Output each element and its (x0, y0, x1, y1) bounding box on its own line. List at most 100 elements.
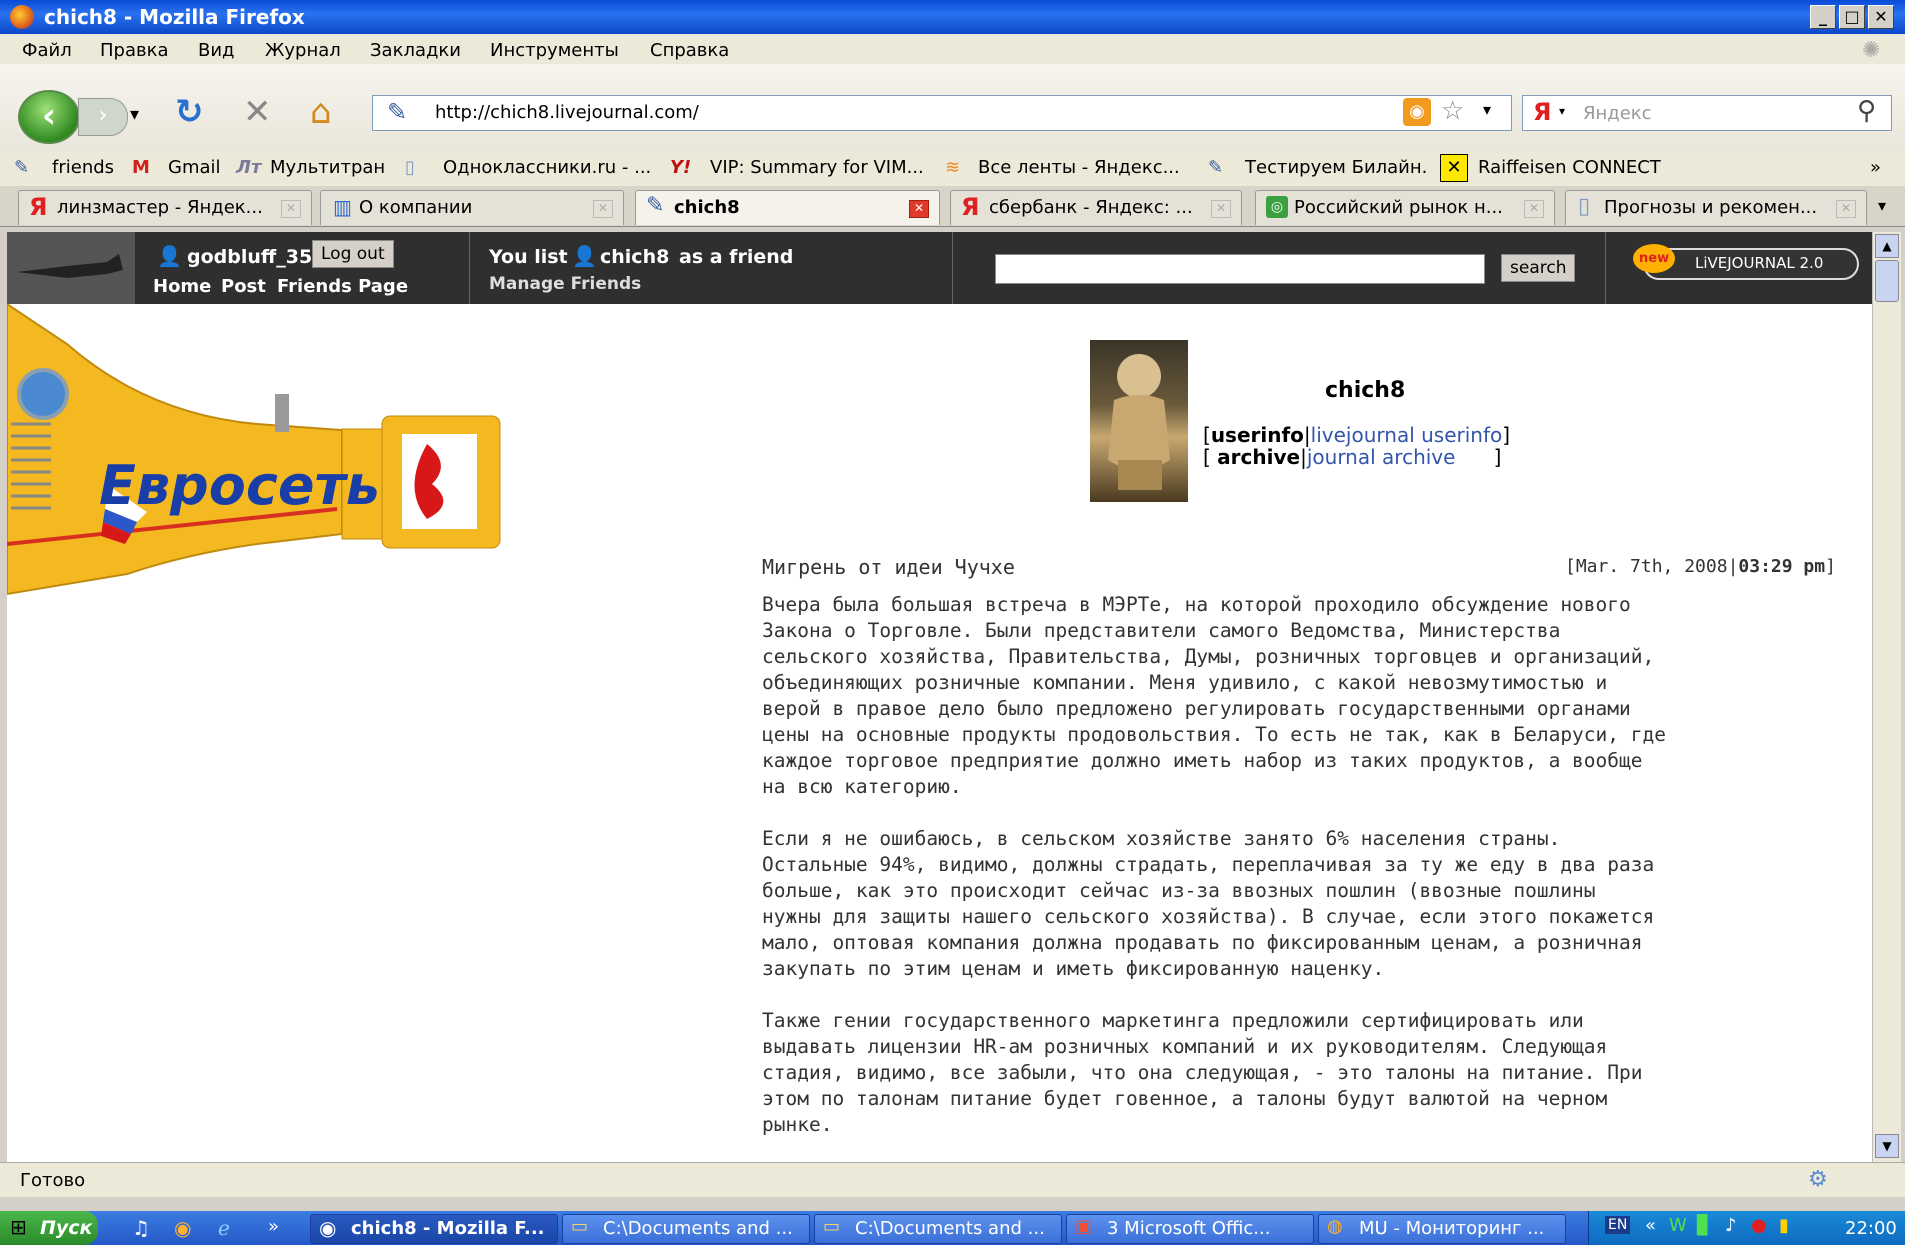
tab-label: линзмастер - Яндек... (57, 197, 263, 218)
taskbar-office[interactable]: ▣ 3 Microsoft Offic... (1066, 1214, 1314, 1244)
tab-close-icon[interactable]: ✕ (1524, 200, 1544, 218)
lj-favicon-icon: ✎ (387, 98, 408, 126)
bookmark-multitran[interactable]: Мультитран (270, 157, 385, 178)
stop-icon[interactable]: ✕ (243, 92, 272, 132)
language-indicator[interactable]: EN (1605, 1216, 1631, 1234)
addon-status-icon[interactable]: ⚙ (1808, 1167, 1828, 1192)
tray-expand-icon[interactable]: « (1645, 1215, 1656, 1236)
bookmarks-overflow[interactable]: » (1870, 157, 1881, 178)
tab-close-icon[interactable]: ✕ (1211, 200, 1231, 218)
reload-icon[interactable]: ↻ (175, 92, 204, 132)
tab-label: chich8 (674, 197, 740, 218)
url-text[interactable]: http://chich8.livejournal.com/ (435, 102, 699, 123)
url-dropdown-icon[interactable]: ▾ (1483, 100, 1491, 119)
tab-sberbank[interactable]: Я сбербанк - Яндекс: ... ✕ (950, 190, 1242, 225)
menu-help[interactable]: Справка (650, 40, 729, 61)
airplane-icon (17, 254, 123, 278)
vertical-scrollbar[interactable]: ▲ ▼ (1872, 232, 1901, 1162)
bookmark-yandex-feeds[interactable]: Все ленты - Яндекс... (978, 157, 1180, 178)
tray-volume-icon[interactable]: ♪ (1725, 1215, 1737, 1236)
post-line: нужны для защиты нашего сельского хозяйс… (762, 905, 1655, 928)
menu-view[interactable]: Вид (198, 40, 235, 61)
tray-update-icon[interactable]: ▮ (1779, 1215, 1789, 1236)
bookmark-odnoklassniki[interactable]: Одноклассники.ru - ... (443, 157, 651, 178)
tab-rossiyskiy-rynok[interactable]: ◎ Российский рынок н... ✕ (1255, 190, 1555, 225)
logout-button[interactable]: Log out (312, 240, 394, 268)
tab-linzmaster[interactable]: Я линзмастер - Яндек... ✕ (18, 190, 312, 225)
taskbar-firefox[interactable]: ◉ chich8 - Mozilla F... (310, 1214, 558, 1244)
archive-link[interactable]: journal archive (1307, 445, 1456, 469)
engine-dropdown-icon[interactable]: ▾ (1559, 104, 1565, 118)
post-title[interactable]: Мигрень от идеи Чучхе (762, 554, 1015, 580)
search-placeholder[interactable]: Яндекс (1583, 103, 1652, 124)
maximize-button[interactable]: □ (1839, 5, 1865, 29)
userinfo-link[interactable]: livejournal userinfo (1311, 423, 1503, 447)
scroll-thumb[interactable] (1875, 260, 1899, 302)
tab-label: Прогнозы и рекомен... (1604, 197, 1818, 218)
url-bar[interactable]: ✎ http://chich8.livejournal.com/ ◉ ☆ ▾ (372, 95, 1512, 131)
quicklaunch-icon[interactable]: ♫ (132, 1216, 150, 1240)
tab-close-icon[interactable]: ✕ (281, 200, 301, 218)
history-dropdown-icon[interactable]: ▾ (130, 95, 139, 135)
post-line: цены на основные продукты продовольствия… (762, 723, 1666, 746)
bookmark-beeline[interactable]: Тестируем Билайн. (1245, 157, 1427, 178)
window-titlebar[interactable]: chich8 - Mozilla Firefox _ □ ✕ (0, 0, 1905, 34)
lj-search-input[interactable] (995, 254, 1485, 284)
tab-close-icon[interactable]: ✕ (593, 200, 613, 218)
scroll-up-button[interactable]: ▲ (1875, 234, 1899, 258)
taskbar-folder-1[interactable]: ▭ C:\Documents and ... (562, 1214, 810, 1244)
menu-bar: Файл Правка Вид Журнал Закладки Инструме… (0, 34, 1905, 64)
divider (1605, 232, 1606, 304)
lj-friends-page-link[interactable]: Friends Page (277, 276, 408, 297)
tab-chich8[interactable]: ✎ chich8 ✕ (635, 190, 940, 225)
quicklaunch-ie-icon[interactable]: ℯ (218, 1216, 230, 1240)
post-line: выдавать лицензии HR-ам розничных компан… (762, 1035, 1608, 1058)
quicklaunch-firefox-icon[interactable]: ◉ (174, 1216, 191, 1240)
tab-close-icon[interactable]: ✕ (909, 200, 929, 218)
tray-security-icon[interactable]: ● (1751, 1215, 1767, 1236)
menu-bookmarks[interactable]: Закладки (370, 40, 461, 61)
forward-button[interactable]: › (78, 98, 128, 136)
lj-post-link[interactable]: Post (221, 276, 266, 297)
bookmark-star-icon[interactable]: ☆ (1441, 96, 1464, 126)
minimize-button[interactable]: _ (1810, 5, 1836, 29)
bookmark-gmail[interactable]: Gmail (168, 157, 221, 178)
archive-label: archive (1217, 445, 1301, 469)
scroll-down-button[interactable]: ▼ (1875, 1134, 1899, 1158)
menu-edit[interactable]: Правка (100, 40, 169, 61)
rss-icon[interactable]: ◉ (1403, 98, 1431, 126)
taskbar-folder-2[interactable]: ▭ C:\Documents and ... (814, 1214, 1062, 1244)
bookmark-vip-summary[interactable]: VIP: Summary for VIM... (710, 157, 924, 178)
tab-prognozy[interactable]: ▯ Прогнозы и рекомен... ✕ (1565, 190, 1867, 225)
menu-tools[interactable]: Инструменты (490, 40, 619, 61)
menu-history[interactable]: Журнал (265, 40, 341, 61)
lj-username[interactable]: godbluff_35 (187, 246, 312, 268)
lj-version-badge[interactable]: LiVEJOURNAL 2.0 (1643, 248, 1859, 280)
tab-list-icon[interactable]: ▾ (1878, 196, 1886, 215)
search-bar[interactable]: Я ▾ Яндекс ⚲ (1522, 95, 1892, 131)
bookmark-raiffeisen[interactable]: Raiffeisen CONNECT (1478, 157, 1661, 178)
tab-o-kompanii[interactable]: ▥ О компании ✕ (320, 190, 624, 225)
euroset-banner[interactable]: Евросеть (7, 302, 527, 684)
quicklaunch-more-icon[interactable]: » (268, 1216, 279, 1237)
home-icon[interactable]: ⌂ (310, 92, 332, 132)
post-line: мало, оптовая компания должна продавать … (762, 931, 1643, 954)
tray-app-icon[interactable]: W (1669, 1215, 1687, 1236)
manage-friends-link[interactable]: Manage Friends (489, 274, 641, 294)
taskbar-monitoring[interactable]: ◍ MU - Мониторинг ... (1318, 1214, 1566, 1244)
close-button[interactable]: ✕ (1868, 5, 1894, 29)
friend-status-user[interactable]: chich8 (600, 246, 669, 268)
lj-home-link[interactable]: Home (153, 276, 211, 297)
bookmark-friends[interactable]: friends (52, 157, 114, 178)
lj-favicon-icon: ✎ (646, 193, 665, 218)
menu-file[interactable]: Файл (22, 40, 72, 61)
tab-label: О компании (359, 197, 473, 218)
back-button[interactable]: ‹ (18, 90, 80, 144)
start-button[interactable]: ⊞ Пуск (0, 1211, 98, 1245)
tab-close-icon[interactable]: ✕ (1836, 200, 1856, 218)
lj-search-button[interactable]: search (1501, 254, 1576, 282)
yandex-engine-icon[interactable]: Я (1533, 98, 1551, 126)
userpic-image[interactable] (1090, 340, 1188, 502)
tray-network-icon[interactable]: ▊ (1697, 1215, 1711, 1236)
search-icon[interactable]: ⚲ (1857, 96, 1876, 126)
